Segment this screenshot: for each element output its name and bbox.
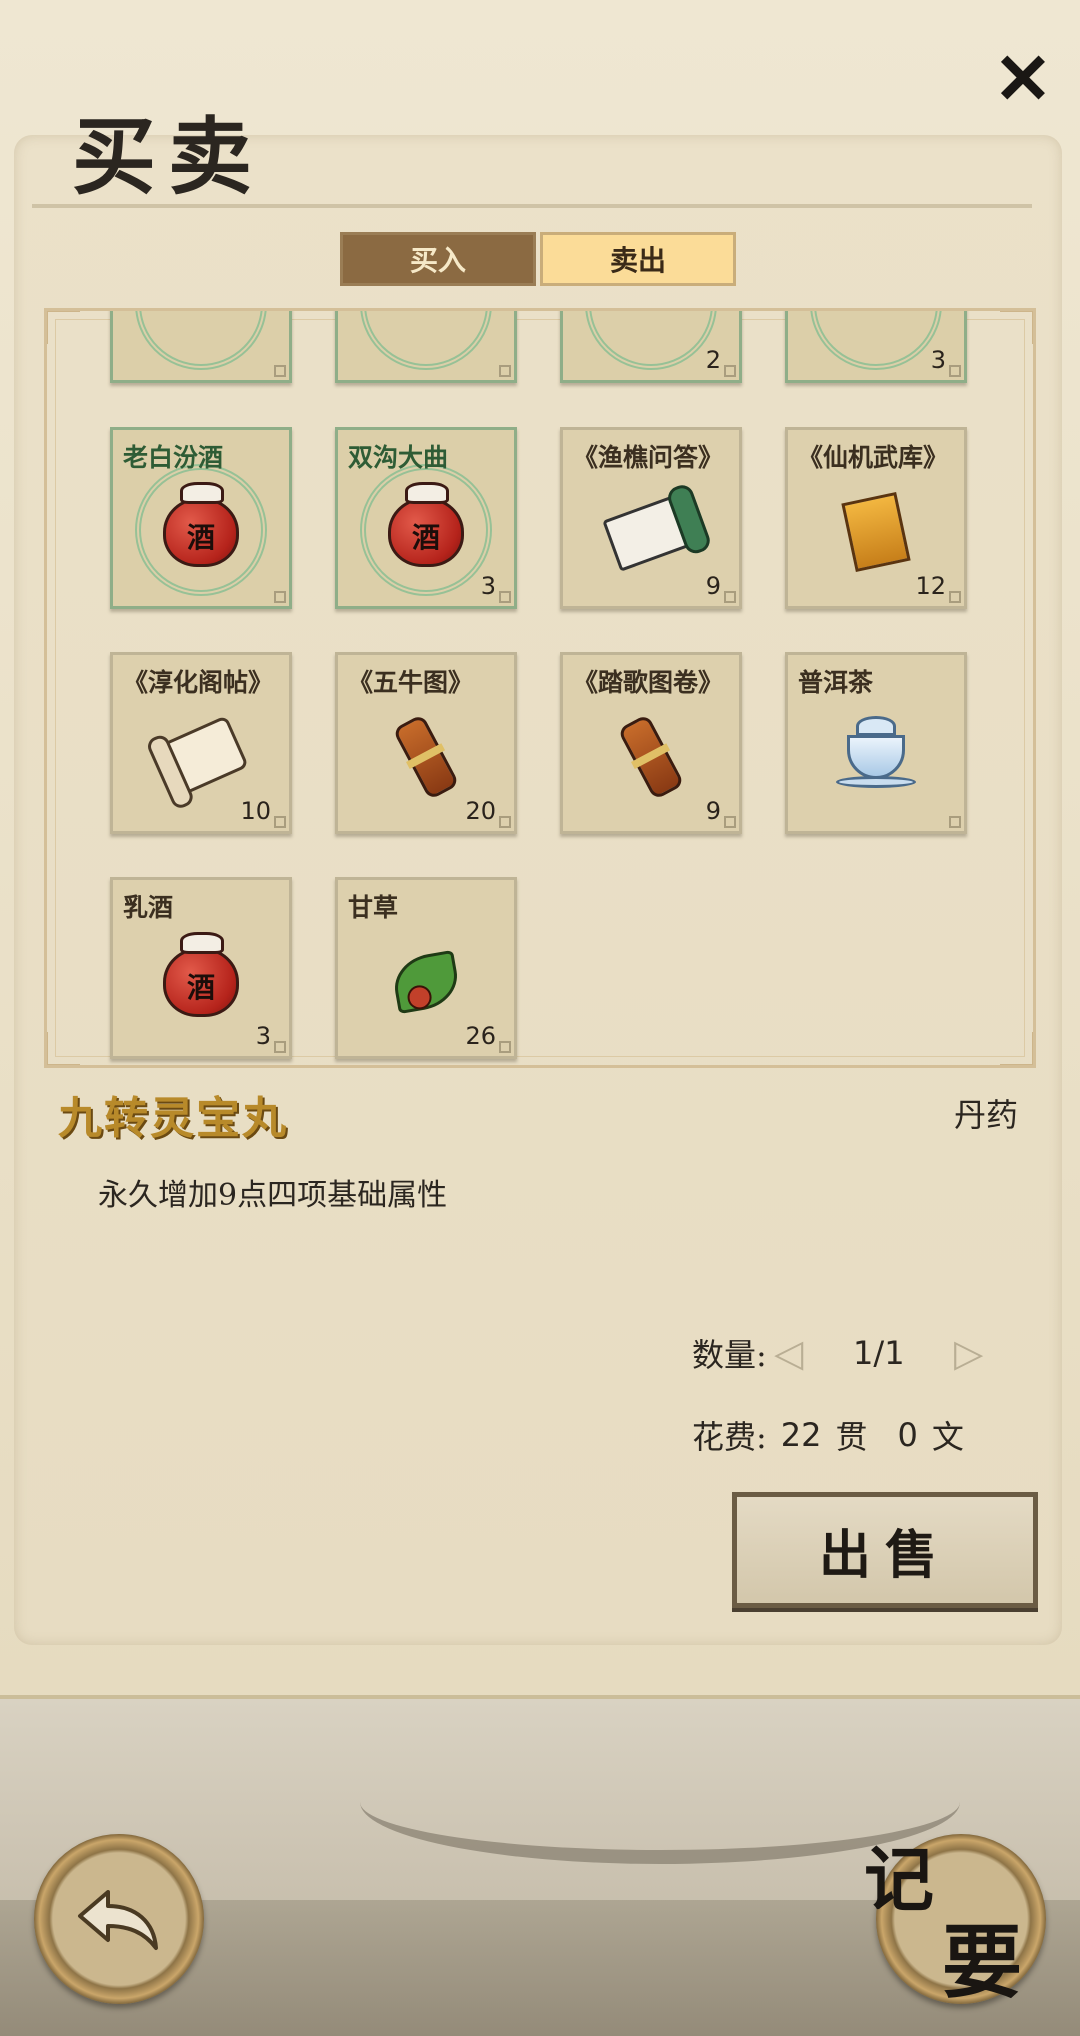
ring-decoration [585,311,717,370]
title-divider [32,204,1032,208]
frame-corner [1000,311,1033,344]
item-count: 26 [465,1022,496,1050]
corner-knot [274,1041,286,1053]
item-slot[interactable]: 《淳化阁帖》 10 [110,652,292,834]
item-slot[interactable]: 乳酒 酒 3 [110,877,292,1059]
quantity-value: 1/1 [853,1334,905,1372]
rolled-scroll-icon [392,713,460,801]
item-slot[interactable]: 《踏歌图卷》 9 [560,652,742,834]
sell-button[interactable]: 出售 [732,1492,1038,1608]
item-slot[interactable]: 双沟大曲 酒 3 [335,427,517,609]
cost-wen: 0 [897,1416,918,1454]
item-count: 20 [465,797,496,825]
corner-knot [949,365,961,377]
item-detail-category: 丹药 [953,1096,1018,1134]
item-slot[interactable] [110,311,292,383]
wine-jar-icon: 酒 [388,482,464,568]
item-name: 双沟大曲 [348,443,449,472]
ring-decoration [135,311,267,370]
corner-knot [499,1041,511,1053]
corner-knot [724,365,736,377]
item-slot[interactable] [335,311,517,383]
item-count: 2 [705,346,721,374]
item-slot[interactable]: 2 [560,311,742,383]
item-name: 甘草 [348,893,399,922]
item-name: 《踏歌图卷》 [573,668,724,697]
item-name: 《五牛图》 [348,668,474,697]
trade-panel: 买卖 ✕ 买入 卖出 2 3 老白汾酒 酒 双沟大曲 酒 3 《渔樵问答》 9 … [0,0,1080,1699]
increase-arrow-icon[interactable]: ▷ [947,1331,991,1375]
item-slot[interactable]: 甘草 26 [335,877,517,1059]
corner-knot [499,365,511,377]
quantity-stepper: 数量: ◁ 1/1 ▷ [692,1330,991,1376]
corner-knot [949,816,961,828]
corner-knot [274,365,286,377]
item-name: 普洱茶 [798,668,874,697]
item-count: 3 [930,346,946,374]
item-count: 12 [915,572,946,600]
item-count: 10 [240,797,271,825]
tea-cup-icon [836,716,916,789]
back-arrow-icon [78,1890,158,1950]
item-name: 老白汾酒 [123,443,224,472]
corner-knot [274,591,286,603]
book-icon [841,492,911,573]
close-icon[interactable]: ✕ [988,44,1058,114]
corner-knot [724,816,736,828]
rolled-scroll-icon [617,713,685,801]
notes-button[interactable]: 记 要 [864,1834,1046,2009]
item-count: 3 [255,1022,271,1050]
wine-jar-icon: 酒 [163,932,239,1018]
item-count: 3 [480,572,496,600]
wine-jar-icon: 酒 [163,482,239,568]
frame-corner [47,311,80,344]
item-count: 9 [705,572,721,600]
item-slot[interactable]: 普洱茶 [785,652,967,834]
item-slot[interactable]: 老白汾酒 酒 [110,427,292,609]
decrease-arrow-icon[interactable]: ◁ [767,1331,811,1375]
item-count: 9 [705,797,721,825]
item-detail-description: 永久增加9点四项基础属性 [98,1178,448,1213]
scroll-icon [602,492,700,572]
item-name: 《仙机武库》 [798,443,949,472]
corner-knot [949,591,961,603]
notes-char-yao: 要 [942,1915,1022,2009]
item-name: 乳酒 [123,893,174,922]
cost-wen-unit: 文 [931,1418,964,1456]
trade-tabs: 买入 卖出 [340,232,740,286]
page-title: 买卖 [72,107,265,206]
quantity-label: 数量: [692,1336,767,1374]
item-detail-name: 九转灵宝丸 [58,1093,288,1144]
cost-guan: 22 [780,1416,822,1454]
corner-knot [274,816,286,828]
back-button[interactable] [34,1834,204,2004]
item-name: 《淳化阁帖》 [123,668,274,697]
cost-display: 花费: 22 贯 0 文 [692,1412,964,1458]
item-slot[interactable]: 《五牛图》 20 [335,652,517,834]
item-slot[interactable]: 3 [785,311,967,383]
herb-icon [389,949,463,1015]
item-name: 《渔樵问答》 [573,443,724,472]
tab-sell[interactable]: 卖出 [540,232,736,286]
tab-buy[interactable]: 买入 [340,232,536,286]
notes-char-ji: 记 [864,1838,934,1921]
cost-label: 花费: [692,1418,767,1456]
corner-knot [724,591,736,603]
item-slot[interactable]: 《仙机武库》 12 [785,427,967,609]
corner-knot [499,816,511,828]
corner-knot [499,591,511,603]
item-slot[interactable]: 《渔樵问答》 9 [560,427,742,609]
item-grid[interactable]: 2 3 老白汾酒 酒 双沟大曲 酒 3 《渔樵问答》 9 《仙机武库》 12 《… [44,308,1036,1068]
paper-scroll-icon [153,715,249,799]
ring-decoration [810,311,942,370]
cost-guan-unit: 贯 [835,1418,868,1456]
frame-corner [1000,1032,1033,1065]
frame-corner [47,1032,80,1065]
ring-decoration [360,311,492,370]
